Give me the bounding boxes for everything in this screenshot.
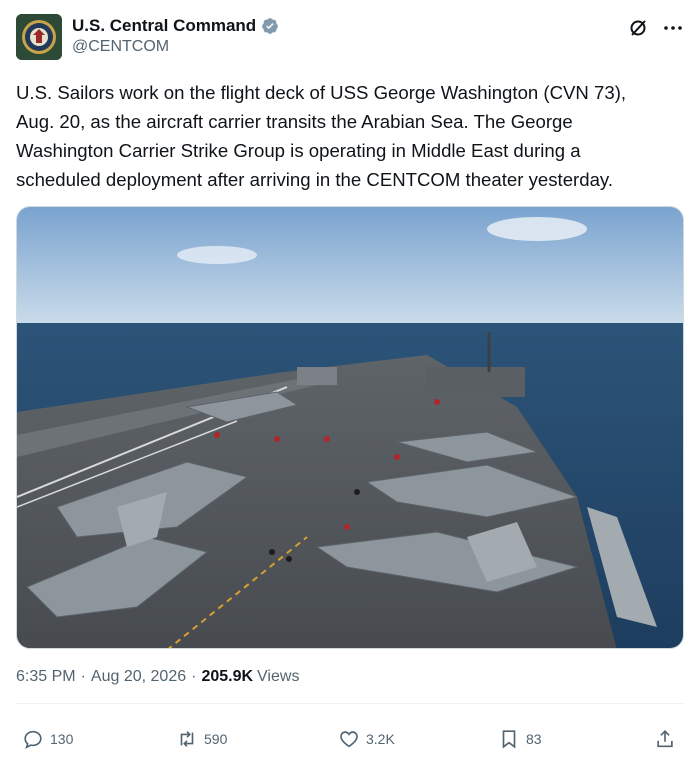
tweet-time[interactable]: 6:35 PM	[16, 668, 76, 686]
meta-separator: ·	[191, 668, 197, 685]
repost-count: 590	[204, 731, 228, 747]
reply-button[interactable]: 130	[22, 728, 73, 750]
author-handle[interactable]: @CENTCOM	[72, 38, 279, 56]
verified-badge-icon	[261, 17, 279, 35]
reply-count: 130	[50, 731, 74, 747]
reply-icon	[24, 730, 42, 749]
more-dots-icon[interactable]	[662, 18, 684, 38]
views-label: Views	[257, 668, 300, 685]
bookmark-button[interactable]: 83	[498, 728, 542, 750]
tweet-text: U.S. Sailors work on the flight deck of …	[16, 82, 627, 190]
views-count[interactable]: 205.9K	[201, 668, 253, 686]
tweet-date[interactable]: Aug 20, 2026	[91, 668, 186, 686]
grok-icon[interactable]	[628, 18, 648, 38]
avatar[interactable]	[16, 14, 62, 60]
repost-button[interactable]: 590	[176, 728, 227, 750]
repost-icon	[180, 731, 194, 747]
tweet-header: U.S. Central Command @CENTCOM	[16, 12, 684, 64]
tweet-photo[interactable]	[16, 206, 684, 649]
bookmark-icon	[502, 730, 516, 749]
divider	[16, 703, 684, 704]
like-button[interactable]: 3.2K	[338, 728, 395, 750]
share-button[interactable]	[654, 728, 682, 750]
author-display-name[interactable]: U.S. Central Command	[72, 16, 256, 36]
tweet-meta: 6:35 PM · Aug 20, 2026 · 205.9K Views	[16, 668, 299, 686]
meta-separator: ·	[80, 668, 86, 685]
like-count: 3.2K	[366, 731, 395, 747]
bookmark-count: 83	[526, 731, 542, 747]
heart-icon	[340, 731, 358, 748]
share-icon	[657, 730, 673, 748]
action-bar: 130 590 3.2K 83	[0, 722, 700, 758]
